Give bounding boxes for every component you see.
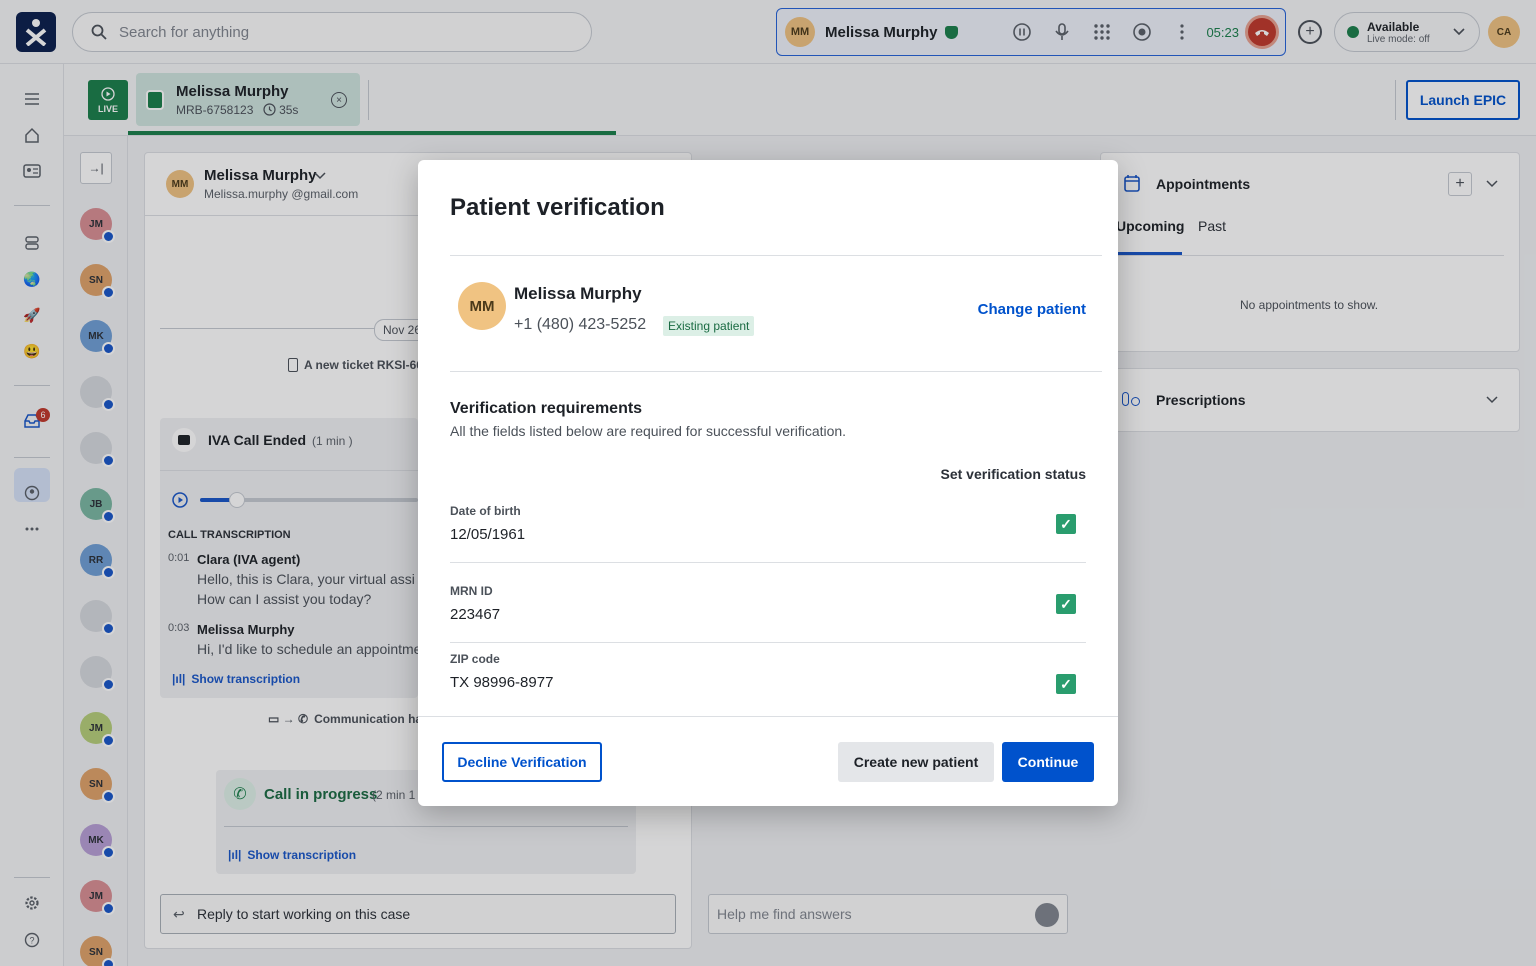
create-new-patient-button[interactable]: Create new patient — [838, 742, 994, 782]
patient-phone: +1 (480) 423-5252 — [514, 316, 647, 333]
field-value: 12/05/1961 — [450, 526, 526, 543]
field-mrn-id: MRN ID 223467 ✓ — [450, 584, 1086, 623]
verified-checkbox[interactable]: ✓ — [1056, 674, 1076, 694]
modal-title: Patient verification — [450, 194, 665, 221]
patient-name: Melissa Murphy — [514, 284, 642, 303]
set-status-heading: Set verification status — [940, 466, 1087, 482]
field-label: MRN ID — [450, 584, 493, 598]
field-value: 223467 — [450, 606, 501, 623]
patient-avatar: MM — [458, 282, 506, 330]
patient-verification-modal: Patient verification MM Melissa Murphy +… — [418, 160, 1118, 806]
field-value: TX 98996-8977 — [450, 674, 554, 691]
verification-section-title: Verification requirements — [450, 400, 643, 417]
decline-verification-button[interactable]: Decline Verification — [442, 742, 602, 782]
verification-section-subtitle: All the fields listed below are required… — [450, 423, 847, 439]
field-label: Date of birth — [450, 504, 521, 518]
field-zip-code: ZIP code TX 98996-8977 ✓ — [450, 652, 1086, 694]
field-date-of-birth: Date of birth 12/05/1961 ✓ — [450, 504, 1086, 543]
field-label: ZIP code — [450, 652, 500, 666]
change-patient-link[interactable]: Change patient — [978, 301, 1086, 318]
continue-button[interactable]: Continue — [1002, 742, 1094, 782]
existing-patient-tag: Existing patient — [663, 316, 755, 336]
verified-checkbox[interactable]: ✓ — [1056, 594, 1076, 614]
verified-checkbox[interactable]: ✓ — [1056, 514, 1076, 534]
